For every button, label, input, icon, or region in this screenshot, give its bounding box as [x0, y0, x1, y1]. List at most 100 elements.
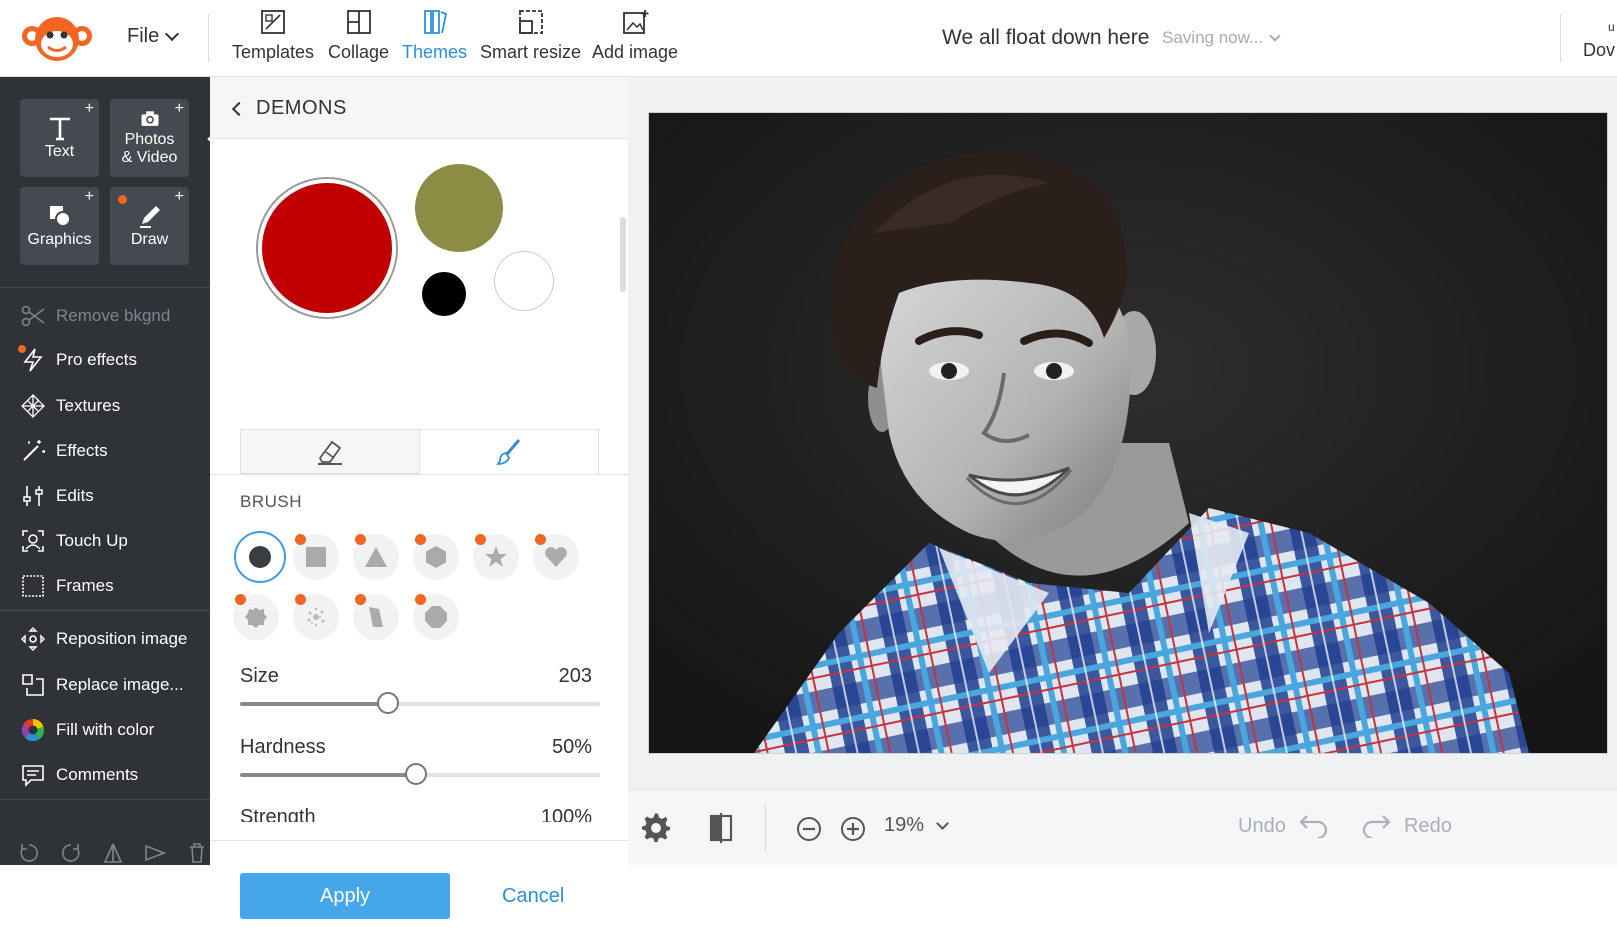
pro-badge [355, 594, 366, 605]
chevron-down-icon [1269, 30, 1281, 42]
octagon-brush-icon [425, 606, 447, 628]
sidebar-item-label: Pro effects [56, 350, 137, 369]
brush-chisel[interactable] [353, 594, 399, 640]
tab-paintbrush[interactable] [419, 429, 599, 474]
flip-horizontal-icon[interactable] [144, 842, 166, 864]
brush-star[interactable] [473, 534, 519, 580]
sidebar-item-replace-image[interactable]: Replace image... [20, 672, 184, 698]
tab-eraser[interactable] [240, 429, 420, 474]
brush-spray[interactable] [293, 594, 339, 640]
panel-scrollbar[interactable] [620, 217, 626, 292]
redo-icon [1362, 815, 1391, 838]
sidebar-item-remove-bkgnd[interactable]: Remove bkgnd [20, 303, 170, 329]
circle-brush-icon [249, 546, 271, 568]
hardness-slider-thumb[interactable] [405, 763, 428, 785]
rotate-right-icon[interactable] [60, 842, 82, 864]
cancel-button[interactable]: Cancel [502, 885, 564, 908]
draw-tile[interactable]: + Draw [110, 187, 189, 265]
brush-hexagon[interactable] [413, 534, 459, 580]
brush-mode-tabs [240, 429, 600, 474]
gear-icon[interactable] [640, 812, 672, 844]
hardness-slider[interactable] [240, 763, 600, 785]
sidebar-item-fill-with-color[interactable]: Fill with color [20, 717, 154, 743]
graphics-tile[interactable]: + Graphics [20, 187, 99, 265]
zoom-out-icon[interactable] [796, 816, 822, 842]
undo-button[interactable]: Undo [1238, 814, 1330, 838]
graphics-icon [49, 206, 71, 227]
paintbrush-icon [496, 439, 521, 465]
text-tile[interactable]: + Text [20, 99, 99, 177]
themes-button[interactable]: Themes [402, 8, 467, 63]
hardness-value: 50% [551, 736, 592, 758]
sidebar-item-touch-up[interactable]: Touch Up [20, 528, 128, 554]
redo-button[interactable]: Redo [1360, 814, 1452, 838]
collage-button[interactable]: Collage [328, 8, 389, 63]
brush-octagon[interactable] [413, 594, 459, 640]
photos-video-tile[interactable]: + Photos & Video [110, 99, 189, 177]
zoom-dropdown[interactable]: 19% [884, 814, 949, 837]
file-menu-label: File [127, 25, 160, 47]
smart-resize-label: Smart resize [480, 42, 582, 62]
plus-icon: + [174, 188, 184, 205]
black-color-swatch[interactable] [422, 272, 466, 316]
canvas-bottom-bar: 19% Undo Redo [628, 789, 1617, 865]
size-slider-thumb[interactable] [376, 692, 399, 714]
rotate-left-icon[interactable] [18, 842, 40, 864]
saving-status[interactable]: Saving now... [1162, 28, 1281, 48]
redo-label: Redo [1404, 814, 1452, 837]
brush-triangle[interactable] [353, 534, 399, 580]
photo-canvas[interactable] [649, 113, 1607, 753]
triangle-brush-icon [365, 547, 387, 567]
eraser-icon [318, 440, 342, 465]
white-color-swatch[interactable] [494, 251, 554, 311]
zoom-in-icon[interactable] [840, 816, 866, 842]
trash-icon[interactable] [186, 842, 208, 864]
divider [1560, 14, 1561, 62]
plus-icon: + [174, 100, 184, 117]
saving-status-label: Saving now... [1162, 28, 1264, 47]
pro-badge [355, 534, 366, 545]
compare-icon[interactable] [706, 812, 736, 844]
pro-badge [535, 534, 546, 545]
size-slider[interactable] [240, 692, 600, 714]
apply-button[interactable]: Apply [240, 873, 450, 919]
sidebar-item-label: Fill with color [56, 720, 155, 739]
document-title[interactable]: We all float down here [942, 26, 1149, 50]
pro-badge [118, 195, 127, 204]
pro-badge [295, 594, 306, 605]
brush-splat[interactable] [233, 594, 279, 640]
pro-badge [415, 594, 426, 605]
templates-button[interactable]: Templates [232, 8, 314, 63]
add-image-button[interactable]: Add image [592, 8, 678, 63]
brush-heart[interactable] [533, 534, 579, 580]
chevron-down-icon [936, 816, 949, 830]
sidebar-item-label: Replace image... [56, 675, 184, 694]
divider [208, 14, 209, 62]
picmonkey-logo[interactable] [20, 14, 94, 64]
sidebar-item-comments[interactable]: Comments [20, 762, 138, 788]
hexagon-brush-icon [426, 546, 446, 568]
sidebar-item-edits[interactable]: Edits [20, 483, 94, 509]
file-menu[interactable]: File [127, 25, 180, 48]
olive-color-swatch[interactable] [415, 164, 503, 252]
brush-circle[interactable] [234, 531, 286, 583]
primary-color-swatch[interactable] [256, 177, 398, 319]
text-tile-label: Text [44, 143, 75, 160]
brush-square[interactable] [293, 534, 339, 580]
sidebar-item-reposition-image[interactable]: Reposition image [20, 626, 187, 652]
divider [0, 799, 210, 800]
templates-label: Templates [232, 42, 315, 62]
sidebar-item-textures[interactable]: Textures [20, 393, 120, 419]
sidebar-item-effects[interactable]: Effects [20, 438, 108, 464]
zoom-level: 19% [884, 814, 925, 836]
sidebar-item-pro-effects[interactable]: Pro effects [18, 345, 137, 373]
templates-icon [261, 10, 285, 34]
smart-resize-button[interactable]: Smart resize [480, 8, 581, 63]
sidebar-item-label: Textures [56, 396, 121, 415]
hardness-slider-fill [240, 773, 417, 777]
sidebar-item-frames[interactable]: Frames [20, 573, 114, 599]
back-button[interactable]: DEMONS [231, 97, 347, 120]
flip-vertical-icon[interactable] [102, 842, 124, 864]
draw-icon [139, 206, 160, 228]
download-button[interactable]: Dov [1583, 40, 1615, 61]
